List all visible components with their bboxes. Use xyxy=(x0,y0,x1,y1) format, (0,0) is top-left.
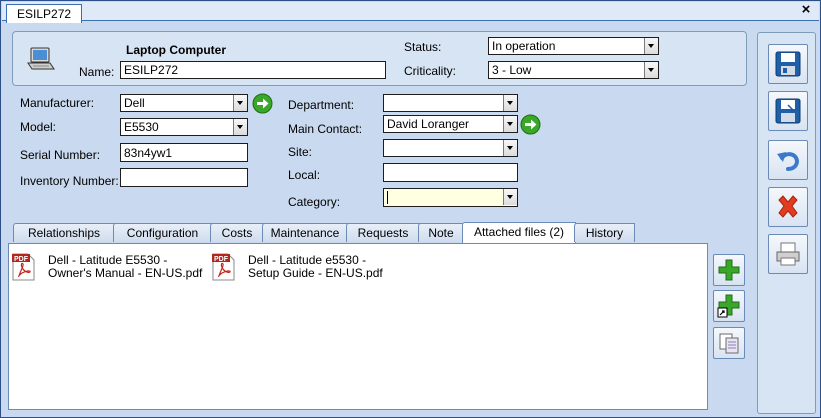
laptop-icon xyxy=(27,47,55,70)
add-shortcut-icon xyxy=(717,294,740,318)
tab-note[interactable]: Note xyxy=(418,223,464,242)
svg-text:PDF: PDF xyxy=(214,256,229,263)
file-name: Dell - Latitude E5530 - Owner's Manual -… xyxy=(48,253,203,280)
manufacturer-select[interactable]: Dell xyxy=(120,94,248,112)
delete-button[interactable] xyxy=(768,187,808,227)
site-select[interactable] xyxy=(383,139,518,157)
tab-requests[interactable]: Requests xyxy=(346,223,420,242)
status-label: Status: xyxy=(404,40,442,54)
chevron-down-icon xyxy=(503,189,517,205)
undo-button[interactable] xyxy=(768,140,808,180)
category-label: Category: xyxy=(288,195,341,209)
add-shortcut-button[interactable] xyxy=(713,290,745,322)
chevron-down-icon xyxy=(233,119,247,135)
chevron-down-icon xyxy=(233,95,247,111)
chevron-down-icon xyxy=(503,116,517,132)
print-button[interactable] xyxy=(768,234,808,274)
name-label: Name: xyxy=(79,65,115,79)
svg-text:PDF: PDF xyxy=(14,256,29,263)
chevron-down-icon xyxy=(503,95,517,111)
main-contact-select[interactable]: David Loranger xyxy=(383,115,518,133)
tab-configuration[interactable]: Configuration xyxy=(113,223,212,242)
criticality-select[interactable]: 3 - Low xyxy=(488,61,659,79)
document-tab-bar: ESILP272 × xyxy=(2,2,819,23)
list-item[interactable]: PDF Dell - Latitude E5530 - Owner's Manu… xyxy=(12,253,202,283)
main-contact-label: Main Contact: xyxy=(288,122,363,136)
undo-icon xyxy=(777,152,800,171)
tab-relationships[interactable]: Relationships xyxy=(13,223,115,242)
attached-files-list: PDF Dell - Latitude E5530 - Owner's Manu… xyxy=(8,243,708,410)
model-label: Model: xyxy=(20,120,57,134)
action-toolbar xyxy=(757,32,816,414)
criticality-value: 3 - Low xyxy=(492,63,532,77)
header-panel: Laptop Computer Name: Status: In operati… xyxy=(12,31,747,86)
main-contact-value: David Loranger xyxy=(387,117,470,131)
save-icon xyxy=(775,51,801,77)
add-file-button[interactable] xyxy=(713,254,745,286)
serial-number-input[interactable] xyxy=(120,143,248,162)
go-to-manufacturer-icon[interactable] xyxy=(252,93,273,114)
pdf-icon: PDF xyxy=(12,253,35,281)
tab-history[interactable]: History xyxy=(574,223,635,242)
manufacturer-value: Dell xyxy=(124,96,145,110)
model-value: E5530 xyxy=(124,120,159,134)
pdf-icon: PDF xyxy=(212,253,235,281)
copy-files-icon xyxy=(719,333,739,354)
department-select[interactable] xyxy=(383,94,518,112)
category-value xyxy=(387,191,503,204)
tab-attached-files[interactable]: Attached files (2) xyxy=(462,222,576,243)
document-tab[interactable]: ESILP272 xyxy=(6,4,83,23)
tab-maintenance[interactable]: Maintenance xyxy=(262,223,348,242)
asset-window: ESILP272 × Laptop Computer Name: Status:… xyxy=(0,0,821,418)
save-as-button[interactable] xyxy=(768,91,808,131)
print-icon xyxy=(776,242,800,266)
inventory-number-input[interactable] xyxy=(120,168,248,187)
manufacturer-label: Manufacturer: xyxy=(20,96,95,110)
serial-number-label: Serial Number: xyxy=(20,148,101,162)
asset-type-label: Laptop Computer xyxy=(126,43,226,57)
save-button[interactable] xyxy=(768,44,808,84)
file-name: Dell - Latitude e5530 - Setup Guide - EN… xyxy=(248,253,383,280)
criticality-label: Criticality: xyxy=(404,64,457,78)
chevron-down-icon xyxy=(644,38,658,54)
chevron-down-icon xyxy=(503,140,517,156)
tab-costs[interactable]: Costs xyxy=(210,223,264,242)
chevron-down-icon xyxy=(644,62,658,78)
list-item[interactable]: PDF Dell - Latitude e5530 - Setup Guide … xyxy=(212,253,402,283)
department-label: Department: xyxy=(288,98,355,112)
close-icon[interactable]: × xyxy=(799,2,813,18)
model-select[interactable]: E5530 xyxy=(120,118,248,136)
go-to-main-contact-icon[interactable] xyxy=(520,114,541,135)
category-select[interactable] xyxy=(383,188,518,207)
add-file-icon xyxy=(718,259,740,281)
status-value: In operation xyxy=(492,39,556,53)
local-label: Local: xyxy=(288,168,321,182)
copy-files-button[interactable] xyxy=(713,327,745,359)
local-input[interactable] xyxy=(383,163,518,182)
name-input[interactable] xyxy=(120,61,386,79)
save-as-icon xyxy=(775,98,801,124)
site-label: Site: xyxy=(288,145,313,159)
delete-icon xyxy=(778,195,798,218)
status-select[interactable]: In operation xyxy=(488,37,659,55)
inventory-number-label: Inventory Number: xyxy=(20,174,119,188)
